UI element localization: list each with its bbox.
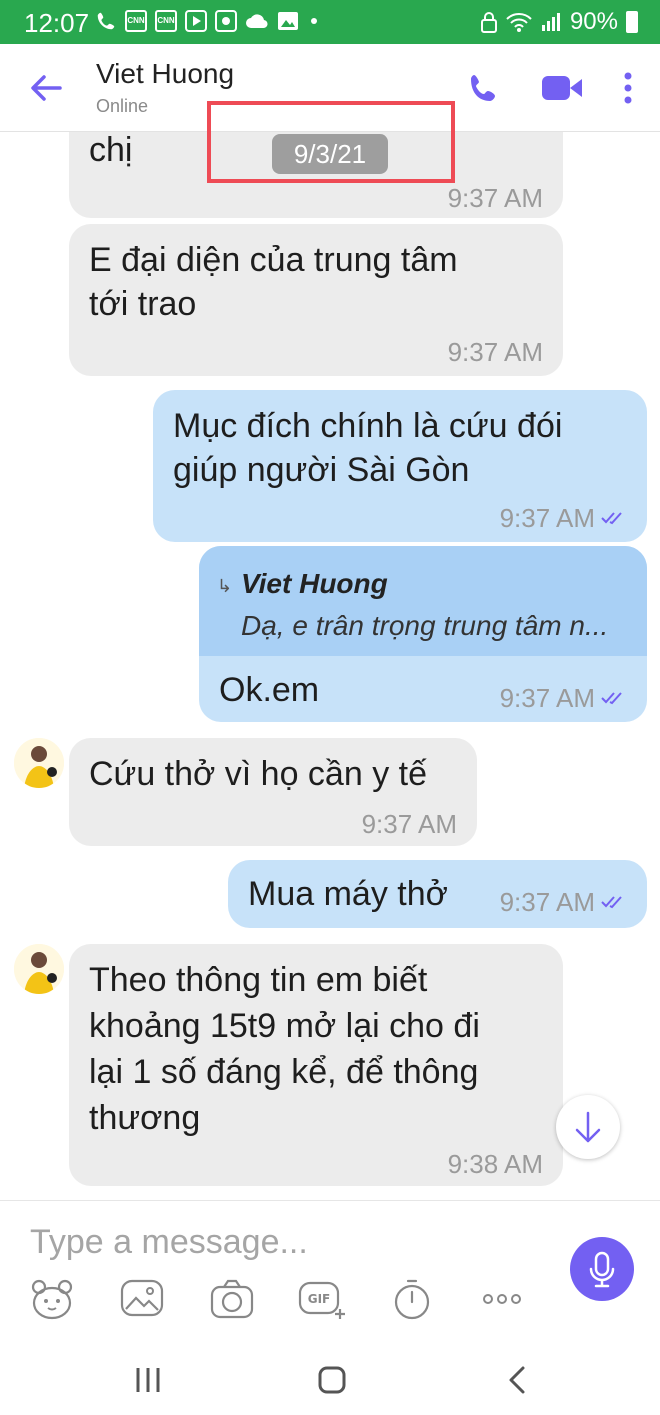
message-bubble-sent[interactable]: Mua máy thở 9:37 AM (228, 860, 647, 928)
battery-percent: 90% (569, 8, 618, 35)
avatar-image (14, 738, 64, 788)
message-text: Ok.em (219, 671, 320, 709)
system-navigation-bar (0, 1340, 660, 1415)
message-time: 9:37 AM (499, 887, 595, 917)
reply-arrow-icon: ↳ (217, 576, 233, 596)
seen-ticks-icon (601, 512, 622, 525)
quoted-message[interactable]: ↳ Viet Huong Dạ, e trân trọng trung tâm … (199, 546, 647, 656)
message-time: 9:38 AM (447, 1149, 543, 1179)
wifi-icon (506, 13, 532, 32)
message-time: 9:37 AM (447, 337, 543, 367)
timer-icon[interactable] (388, 1277, 436, 1321)
media-icon (185, 10, 207, 32)
voice-message-button[interactable] (570, 1237, 634, 1301)
gallery-icon[interactable] (118, 1277, 166, 1321)
sticker-icon[interactable] (28, 1277, 76, 1321)
cnn-icon: CNN (125, 10, 147, 32)
lock-icon (480, 12, 497, 33)
more-icon[interactable] (478, 1277, 526, 1321)
message-text: Mua máy thở (248, 875, 448, 913)
clock: 12:07 (24, 8, 90, 38)
message-time: 9:37 AM (361, 809, 457, 839)
message-text: tới trao (89, 285, 197, 323)
phone-call-icon[interactable] (462, 66, 506, 110)
status-bar: 12:07 CNN CNN 90% (0, 0, 660, 44)
message-text: thương (89, 1099, 201, 1137)
composer: GIF (0, 1200, 660, 1340)
quoted-text: Dạ, e trân trọng trung tâm n... (241, 610, 609, 641)
message-text: lại 1 số đáng kể, để thông (89, 1053, 479, 1091)
more-options-icon[interactable] (606, 66, 650, 110)
message-text: chị (89, 132, 133, 169)
message-bubble[interactable]: Theo thông tin em biết khoảng 15t9 mở lạ… (69, 944, 563, 1186)
notification-icons: CNN CNN (95, 10, 317, 32)
back-icon[interactable] (498, 1360, 538, 1400)
battery-icon (626, 11, 638, 33)
signal-icon (541, 13, 560, 31)
home-icon[interactable] (312, 1360, 352, 1400)
cloud-upload-icon (246, 14, 268, 29)
contact-name[interactable]: Viet Huong (96, 58, 234, 90)
message-meta: 9:37 AM (500, 676, 627, 720)
quoted-sender: Viet Huong (241, 568, 388, 599)
contact-avatar[interactable] (14, 944, 64, 994)
message-text: Theo thông tin em biết (89, 961, 428, 999)
contact-avatar[interactable] (14, 738, 64, 788)
arrow-down-icon (575, 1111, 601, 1143)
vinyl-icon (215, 10, 237, 32)
message-text: khoảng 15t9 mở lại cho đi (89, 1007, 480, 1045)
message-list[interactable]: chị 9:37 AM E đại diện của trung tâm tới… (0, 132, 660, 1198)
message-bubble-sent[interactable]: Mục đích chính là cứu đói giúp người Sài… (153, 390, 647, 542)
message-text: giúp người Sài Gòn (173, 451, 470, 489)
message-text: Cứu thở vì họ cần y tế (89, 755, 427, 793)
gif-icon[interactable]: GIF (298, 1277, 346, 1321)
message-input[interactable] (30, 1219, 550, 1265)
recent-apps-icon[interactable] (128, 1360, 168, 1400)
video-call-icon[interactable] (540, 66, 584, 110)
message-meta: 9:37 AM (500, 880, 627, 924)
missed-call-icon (97, 12, 115, 30)
reply-message-bubble[interactable]: ↳ Viet Huong Dạ, e trân trọng trung tâm … (199, 546, 647, 722)
contact-status: Online (96, 96, 149, 116)
message-bubble[interactable]: Cứu thở vì họ cần y tế 9:37 AM (69, 738, 477, 846)
back-arrow-icon[interactable] (28, 70, 64, 106)
message-time: 9:37 AM (499, 683, 595, 713)
message-time: 9:37 AM (447, 183, 543, 213)
system-indicators: 90% (480, 8, 638, 36)
message-text: Mục đích chính là cứu đói (173, 407, 563, 445)
scroll-to-bottom-button[interactable] (556, 1095, 620, 1159)
microphone-icon (589, 1251, 615, 1288)
message-text: E đại diện của trung tâm (89, 241, 458, 279)
cnn-icon: CNN (155, 10, 177, 32)
message-bubble[interactable]: E đại diện của trung tâm tới trao 9:37 A… (69, 224, 563, 376)
highlight-box (207, 101, 455, 183)
seen-ticks-icon (601, 896, 622, 909)
message-meta: 9:37 AM (500, 496, 627, 540)
more-notifications-dot (311, 18, 317, 24)
svg-text:GIF: GIF (308, 1292, 331, 1306)
camera-icon[interactable] (208, 1277, 256, 1321)
message-time: 9:37 AM (499, 503, 595, 533)
avatar-image (14, 944, 64, 994)
seen-ticks-icon (601, 692, 622, 705)
image-icon (278, 12, 298, 30)
